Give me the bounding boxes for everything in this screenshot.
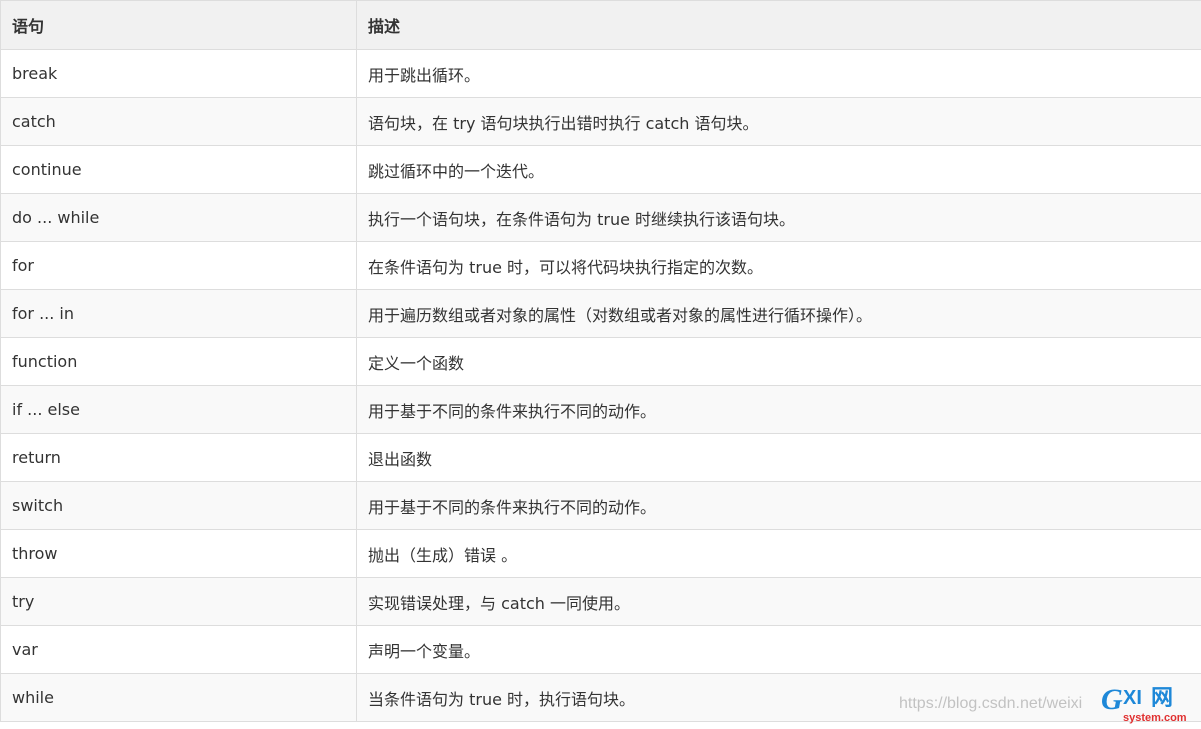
statement-cell: break bbox=[0, 49, 357, 98]
description-cell: 当条件语句为 true 时，执行语句块。 bbox=[356, 673, 1201, 722]
description-cell: 定义一个函数 bbox=[356, 337, 1201, 386]
header-statement: 语句 bbox=[0, 0, 357, 50]
statement-cell: try bbox=[0, 577, 357, 626]
description-cell: 用于跳出循环。 bbox=[356, 49, 1201, 98]
table-row: catch 语句块，在 try 语句块执行出错时执行 catch 语句块。 bbox=[0, 97, 1201, 146]
statement-cell: throw bbox=[0, 529, 357, 578]
description-cell: 执行一个语句块，在条件语句为 true 时继续执行该语句块。 bbox=[356, 193, 1201, 242]
table-row: for 在条件语句为 true 时，可以将代码块执行指定的次数。 bbox=[0, 241, 1201, 290]
table-row: do ... while 执行一个语句块，在条件语句为 true 时继续执行该语… bbox=[0, 193, 1201, 242]
table-row: break 用于跳出循环。 bbox=[0, 49, 1201, 98]
description-cell: 声明一个变量。 bbox=[356, 625, 1201, 674]
description-cell: 语句块，在 try 语句块执行出错时执行 catch 语句块。 bbox=[356, 97, 1201, 146]
table-row: while 当条件语句为 true 时，执行语句块。 bbox=[0, 673, 1201, 722]
statements-table: 语句 描述 break 用于跳出循环。 catch 语句块，在 try 语句块执… bbox=[0, 0, 1201, 722]
description-cell: 用于基于不同的条件来执行不同的动作。 bbox=[356, 481, 1201, 530]
description-cell: 退出函数 bbox=[356, 433, 1201, 482]
statement-cell: do ... while bbox=[0, 193, 357, 242]
statement-cell: continue bbox=[0, 145, 357, 194]
table-row: throw 抛出（生成）错误 。 bbox=[0, 529, 1201, 578]
table-header-row: 语句 描述 bbox=[0, 0, 1201, 50]
table-row: return 退出函数 bbox=[0, 433, 1201, 482]
statement-cell: for ... in bbox=[0, 289, 357, 338]
statement-cell: return bbox=[0, 433, 357, 482]
table-row: for ... in 用于遍历数组或者对象的属性（对数组或者对象的属性进行循环操… bbox=[0, 289, 1201, 338]
statement-cell: for bbox=[0, 241, 357, 290]
description-cell: 实现错误处理，与 catch 一同使用。 bbox=[356, 577, 1201, 626]
table-row: continue 跳过循环中的一个迭代。 bbox=[0, 145, 1201, 194]
description-cell: 抛出（生成）错误 。 bbox=[356, 529, 1201, 578]
table-row: var 声明一个变量。 bbox=[0, 625, 1201, 674]
statement-cell: function bbox=[0, 337, 357, 386]
table-row: try 实现错误处理，与 catch 一同使用。 bbox=[0, 577, 1201, 626]
description-cell: 跳过循环中的一个迭代。 bbox=[356, 145, 1201, 194]
description-cell: 用于遍历数组或者对象的属性（对数组或者对象的属性进行循环操作）。 bbox=[356, 289, 1201, 338]
description-cell: 在条件语句为 true 时，可以将代码块执行指定的次数。 bbox=[356, 241, 1201, 290]
table-row: switch 用于基于不同的条件来执行不同的动作。 bbox=[0, 481, 1201, 530]
table-row: if ... else 用于基于不同的条件来执行不同的动作。 bbox=[0, 385, 1201, 434]
statement-cell: switch bbox=[0, 481, 357, 530]
header-description: 描述 bbox=[356, 0, 1201, 50]
statement-cell: var bbox=[0, 625, 357, 674]
description-cell: 用于基于不同的条件来执行不同的动作。 bbox=[356, 385, 1201, 434]
statement-cell: if ... else bbox=[0, 385, 357, 434]
table-row: function 定义一个函数 bbox=[0, 337, 1201, 386]
statement-cell: catch bbox=[0, 97, 357, 146]
statement-cell: while bbox=[0, 673, 357, 722]
